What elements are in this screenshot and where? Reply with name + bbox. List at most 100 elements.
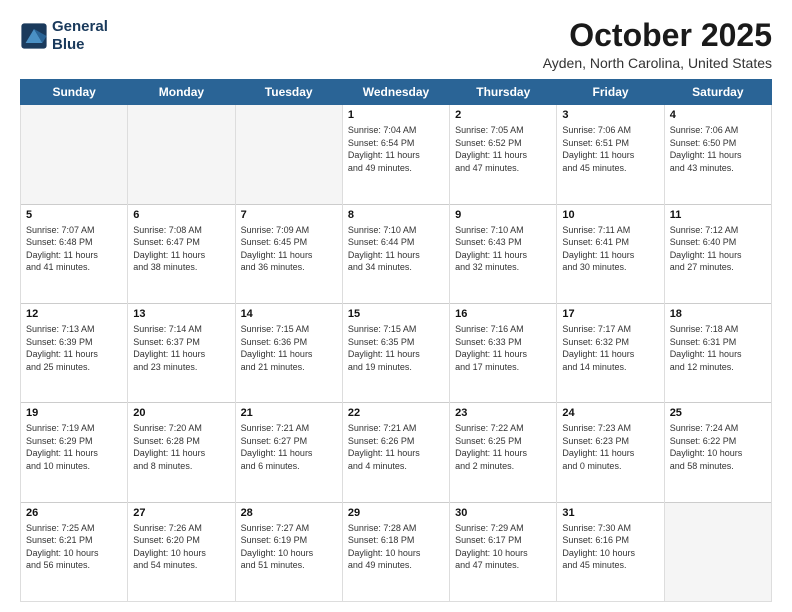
calendar-cell: 19 Sunrise: 7:19 AM Sunset: 6:29 PM Dayli… [21, 403, 128, 502]
calendar-cell: 12 Sunrise: 7:13 AM Sunset: 6:39 PM Dayli… [21, 303, 128, 402]
day-number: 30 [455, 507, 551, 519]
page: General Blue October 2025 Ayden, North C… [0, 0, 792, 612]
day-number: 31 [562, 507, 658, 519]
calendar-cell: 31 Sunrise: 7:30 AM Sunset: 6:16 PM Dayli… [557, 502, 664, 601]
header-day-thursday: Thursday [450, 80, 557, 105]
day-number: 21 [241, 407, 337, 419]
calendar-header-row: SundayMondayTuesdayWednesdayThursdayFrid… [21, 80, 772, 105]
day-number: 28 [241, 507, 337, 519]
day-number: 6 [133, 209, 229, 221]
day-number: 8 [348, 209, 444, 221]
day-info: Sunrise: 7:10 AM Sunset: 6:44 PM Dayligh… [348, 224, 444, 274]
calendar-cell [21, 105, 128, 204]
day-number: 5 [26, 209, 122, 221]
day-info: Sunrise: 7:29 AM Sunset: 6:17 PM Dayligh… [455, 522, 551, 572]
calendar-cell: 23Sunrise: 7:22 AM Sunset: 6:25 PM Dayli… [450, 403, 557, 502]
day-info: Sunrise: 7:04 AM Sunset: 6:54 PM Dayligh… [348, 124, 444, 174]
day-info: Sunrise: 7:25 AM Sunset: 6:21 PM Dayligh… [26, 522, 122, 572]
day-info: Sunrise: 7:14 AM Sunset: 6:37 PM Dayligh… [133, 323, 229, 373]
header-day-sunday: Sunday [21, 80, 128, 105]
logo: General Blue [20, 18, 108, 54]
day-info: Sunrise: 7:20 AM Sunset: 6:28 PM Dayligh… [133, 422, 229, 472]
day-info: Sunrise: 7:22 AM Sunset: 6:25 PM Dayligh… [455, 422, 551, 472]
day-info: Sunrise: 7:21 AM Sunset: 6:26 PM Dayligh… [348, 422, 444, 472]
calendar-cell: 20 Sunrise: 7:20 AM Sunset: 6:28 PM Dayli… [128, 403, 235, 502]
calendar-subtitle: Ayden, North Carolina, United States [543, 55, 772, 71]
day-number: 7 [241, 209, 337, 221]
day-info: Sunrise: 7:06 AM Sunset: 6:50 PM Dayligh… [670, 124, 766, 174]
day-number: 17 [562, 308, 658, 320]
calendar-cell: 25Sunrise: 7:24 AM Sunset: 6:22 PM Dayli… [664, 403, 771, 502]
day-info: Sunrise: 7:15 AM Sunset: 6:36 PM Dayligh… [241, 323, 337, 373]
calendar-cell: 1 Sunrise: 7:04 AM Sunset: 6:54 PM Daylig… [342, 105, 449, 204]
day-number: 14 [241, 308, 337, 320]
day-number: 3 [562, 109, 658, 121]
calendar-cell: 4 Sunrise: 7:06 AM Sunset: 6:50 PM Daylig… [664, 105, 771, 204]
calendar-cell: 10 Sunrise: 7:11 AM Sunset: 6:41 PM Dayli… [557, 204, 664, 303]
day-number: 29 [348, 507, 444, 519]
logo-text: General Blue [52, 18, 108, 54]
calendar-cell [235, 105, 342, 204]
day-number: 12 [26, 308, 122, 320]
calendar-cell: 2 Sunrise: 7:05 AM Sunset: 6:52 PM Daylig… [450, 105, 557, 204]
day-info: Sunrise: 7:11 AM Sunset: 6:41 PM Dayligh… [562, 224, 658, 274]
day-number: 27 [133, 507, 229, 519]
day-info: Sunrise: 7:09 AM Sunset: 6:45 PM Dayligh… [241, 224, 337, 274]
calendar-week-row: 12 Sunrise: 7:13 AM Sunset: 6:39 PM Dayli… [21, 303, 772, 402]
day-info: Sunrise: 7:27 AM Sunset: 6:19 PM Dayligh… [241, 522, 337, 572]
calendar-cell: 6 Sunrise: 7:08 AM Sunset: 6:47 PM Daylig… [128, 204, 235, 303]
calendar-cell: 17 Sunrise: 7:17 AM Sunset: 6:32 PM Dayli… [557, 303, 664, 402]
logo-icon [20, 22, 48, 50]
day-info: Sunrise: 7:12 AM Sunset: 6:40 PM Dayligh… [670, 224, 766, 274]
day-number: 20 [133, 407, 229, 419]
day-number: 4 [670, 109, 766, 121]
calendar-week-row: 5Sunrise: 7:07 AM Sunset: 6:48 PM Daylig… [21, 204, 772, 303]
day-info: Sunrise: 7:13 AM Sunset: 6:39 PM Dayligh… [26, 323, 122, 373]
calendar-cell: 5Sunrise: 7:07 AM Sunset: 6:48 PM Daylig… [21, 204, 128, 303]
day-info: Sunrise: 7:30 AM Sunset: 6:16 PM Dayligh… [562, 522, 658, 572]
header-day-monday: Monday [128, 80, 235, 105]
calendar-table: SundayMondayTuesdayWednesdayThursdayFrid… [20, 79, 772, 602]
header-day-tuesday: Tuesday [235, 80, 342, 105]
day-number: 10 [562, 209, 658, 221]
header: General Blue October 2025 Ayden, North C… [20, 18, 772, 71]
day-info: Sunrise: 7:26 AM Sunset: 6:20 PM Dayligh… [133, 522, 229, 572]
calendar-week-row: 1 Sunrise: 7:04 AM Sunset: 6:54 PM Daylig… [21, 105, 772, 204]
day-number: 24 [562, 407, 658, 419]
header-day-friday: Friday [557, 80, 664, 105]
calendar-week-row: 26Sunrise: 7:25 AM Sunset: 6:21 PM Dayli… [21, 502, 772, 601]
calendar-cell [128, 105, 235, 204]
day-info: Sunrise: 7:15 AM Sunset: 6:35 PM Dayligh… [348, 323, 444, 373]
day-number: 22 [348, 407, 444, 419]
day-info: Sunrise: 7:24 AM Sunset: 6:22 PM Dayligh… [670, 422, 766, 472]
calendar-cell: 29 Sunrise: 7:28 AM Sunset: 6:18 PM Dayli… [342, 502, 449, 601]
header-day-wednesday: Wednesday [342, 80, 449, 105]
calendar-cell: 11Sunrise: 7:12 AM Sunset: 6:40 PM Dayli… [664, 204, 771, 303]
day-number: 19 [26, 407, 122, 419]
day-info: Sunrise: 7:10 AM Sunset: 6:43 PM Dayligh… [455, 224, 551, 274]
calendar-cell: 30 Sunrise: 7:29 AM Sunset: 6:17 PM Dayli… [450, 502, 557, 601]
day-number: 2 [455, 109, 551, 121]
day-info: Sunrise: 7:18 AM Sunset: 6:31 PM Dayligh… [670, 323, 766, 373]
calendar-cell: 9Sunrise: 7:10 AM Sunset: 6:43 PM Daylig… [450, 204, 557, 303]
day-info: Sunrise: 7:28 AM Sunset: 6:18 PM Dayligh… [348, 522, 444, 572]
day-info: Sunrise: 7:17 AM Sunset: 6:32 PM Dayligh… [562, 323, 658, 373]
calendar-cell: 7 Sunrise: 7:09 AM Sunset: 6:45 PM Daylig… [235, 204, 342, 303]
day-info: Sunrise: 7:23 AM Sunset: 6:23 PM Dayligh… [562, 422, 658, 472]
calendar-cell: 13Sunrise: 7:14 AM Sunset: 6:37 PM Dayli… [128, 303, 235, 402]
day-info: Sunrise: 7:08 AM Sunset: 6:47 PM Dayligh… [133, 224, 229, 274]
calendar-cell: 27 Sunrise: 7:26 AM Sunset: 6:20 PM Dayli… [128, 502, 235, 601]
calendar-cell: 8 Sunrise: 7:10 AM Sunset: 6:44 PM Daylig… [342, 204, 449, 303]
calendar-title: October 2025 [543, 18, 772, 53]
day-number: 1 [348, 109, 444, 121]
day-info: Sunrise: 7:16 AM Sunset: 6:33 PM Dayligh… [455, 323, 551, 373]
day-info: Sunrise: 7:05 AM Sunset: 6:52 PM Dayligh… [455, 124, 551, 174]
calendar-cell: 26Sunrise: 7:25 AM Sunset: 6:21 PM Dayli… [21, 502, 128, 601]
day-number: 18 [670, 308, 766, 320]
calendar-cell: 22 Sunrise: 7:21 AM Sunset: 6:26 PM Dayli… [342, 403, 449, 502]
calendar-cell: 3Sunrise: 7:06 AM Sunset: 6:51 PM Daylig… [557, 105, 664, 204]
calendar-cell: 28 Sunrise: 7:27 AM Sunset: 6:19 PM Dayli… [235, 502, 342, 601]
day-info: Sunrise: 7:19 AM Sunset: 6:29 PM Dayligh… [26, 422, 122, 472]
day-info: Sunrise: 7:21 AM Sunset: 6:27 PM Dayligh… [241, 422, 337, 472]
day-number: 16 [455, 308, 551, 320]
